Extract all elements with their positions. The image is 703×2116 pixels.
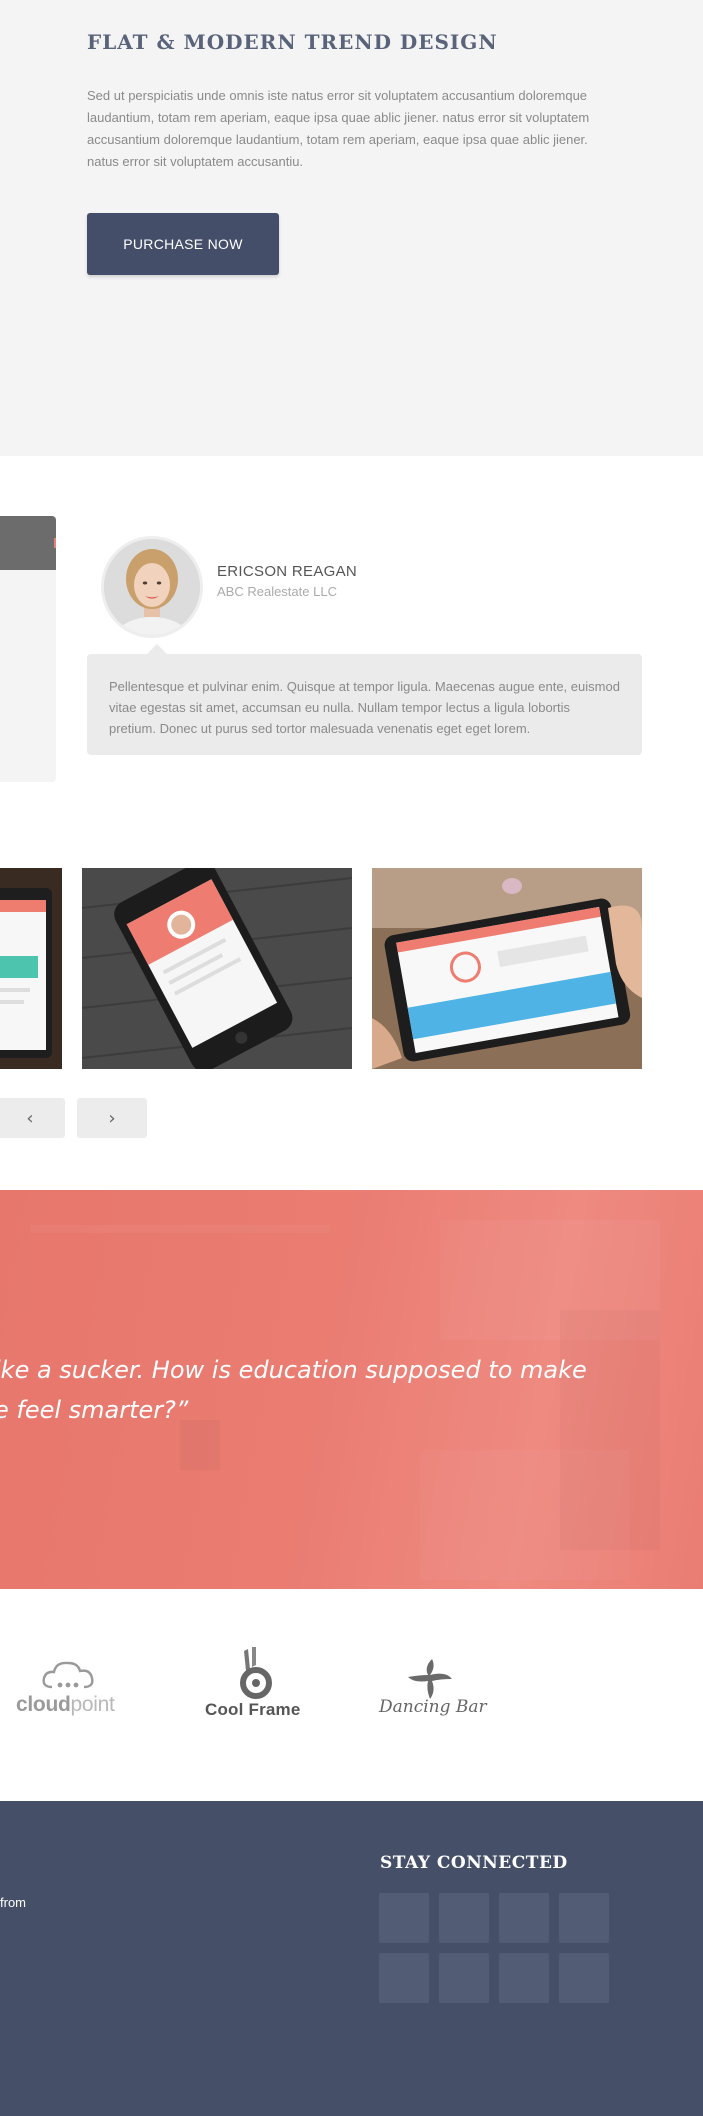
social-link-1[interactable] [379, 1893, 429, 1943]
cool-frame-hand-icon [240, 1647, 272, 1699]
stay-connected-heading: STAY CONNECTED [380, 1853, 568, 1873]
previous-card-header [0, 516, 56, 570]
dancing-bar-logo-text: Dancing Bar [379, 1697, 487, 1717]
quote-text: ike a sucker. How is education supposed … [0, 1356, 587, 1424]
previous-card-accent [54, 538, 56, 548]
cloudpoint-logo[interactable]: cloudpoint [16, 1659, 128, 1719]
social-link-7[interactable] [499, 1953, 549, 2003]
gallery-image-laptop[interactable] [0, 868, 62, 1069]
testimonial-author-company: ABC Realestate LLC [217, 584, 337, 599]
gallery-next-button[interactable]: › [77, 1098, 147, 1138]
client-logos-section: cloudpoint Cool Frame Dancing Bar [0, 1589, 703, 1801]
avatar-portrait-image [104, 539, 200, 635]
social-link-5[interactable] [379, 1953, 429, 2003]
phone-app-image [82, 868, 352, 1069]
cloud-icon [42, 1661, 94, 1689]
social-link-8[interactable] [559, 1953, 609, 2003]
gallery-prev-button[interactable]: ‹ [0, 1098, 65, 1138]
testimonial-quote-bubble: Pellentesque et pulvinar enim. Quisque a… [87, 644, 642, 755]
hero-description: Sed ut perspiciatis unde omnis iste natu… [87, 88, 590, 169]
tablet-app-image [372, 868, 642, 1069]
testimonial-section: ERICSON REAGAN ABC Realestate LLC Pellen… [0, 456, 703, 818]
cloudpoint-logo-text: cloudpoint [16, 1693, 115, 1716]
footer-text-fragment: from [0, 1895, 26, 1910]
social-link-2[interactable] [439, 1893, 489, 1943]
avatar [101, 536, 203, 638]
cool-frame-logo-text: Cool Frame [205, 1700, 301, 1719]
cool-frame-logo[interactable]: Cool Frame [202, 1645, 312, 1725]
quote-banner-section: ike a sucker. How is education supposed … [0, 1190, 703, 1589]
social-link-4[interactable] [559, 1893, 609, 1943]
purchase-now-button[interactable]: PURCHASE NOW [87, 213, 279, 275]
testimonial-author-name: ERICSON REAGAN [217, 563, 358, 580]
dancing-couple-icon [408, 1659, 452, 1699]
gallery-image-phone[interactable] [82, 868, 352, 1069]
footer: from STAY CONNECTED [0, 1801, 703, 2116]
laptop-screen-image [0, 868, 62, 1069]
previous-testimonial-card[interactable] [0, 516, 56, 782]
gallery-section: ‹ › [0, 818, 703, 1190]
social-link-3[interactable] [499, 1893, 549, 1943]
hero-section: FLAT & MODERN TREND DESIGN Sed ut perspi… [0, 0, 703, 456]
social-links-grid [379, 1893, 610, 2003]
hero-title: FLAT & MODERN TREND DESIGN [87, 30, 498, 54]
social-link-6[interactable] [439, 1953, 489, 2003]
gallery-image-tablet[interactable] [372, 868, 642, 1069]
dancing-bar-logo[interactable]: Dancing Bar [376, 1657, 496, 1722]
